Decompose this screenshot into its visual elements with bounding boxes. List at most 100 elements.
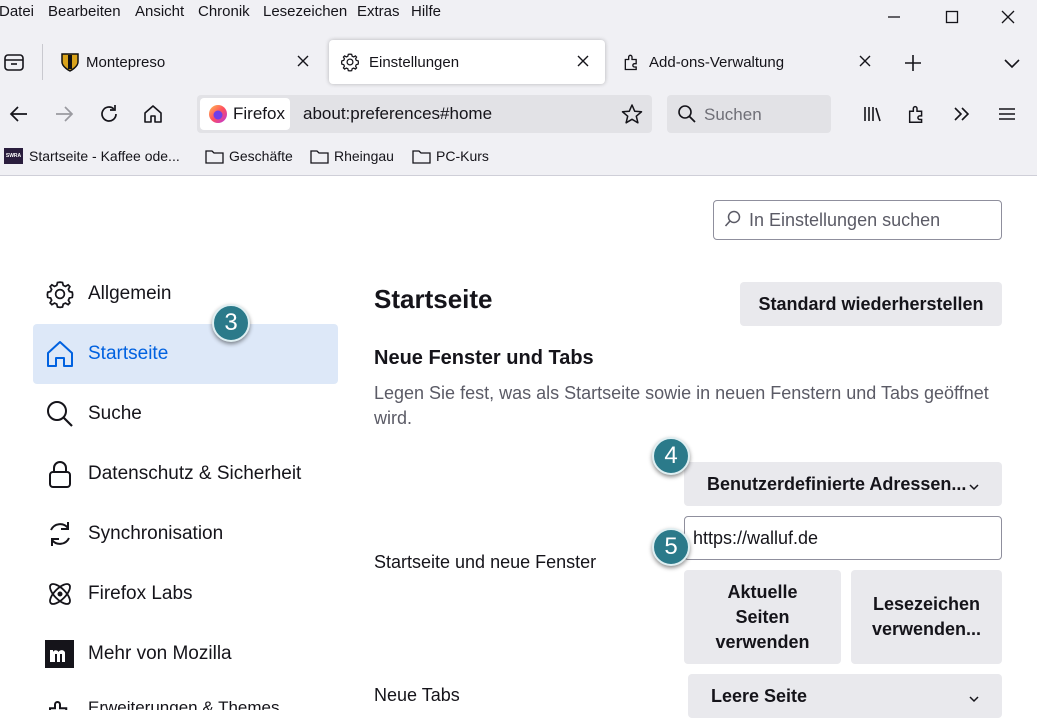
tab-add-ons[interactable]: Add-ons-Verwaltung — [610, 40, 886, 84]
category-label: Erweiterungen & Themes — [88, 698, 280, 710]
forward-icon[interactable] — [52, 102, 76, 126]
browser-chrome: Datei Bearbeiten Ansicht Chronik Lesezei… — [0, 0, 1037, 175]
homepage-mode-value: Benutzerdefinierte Adressen... — [707, 474, 967, 494]
chevron-down-icon — [967, 478, 981, 492]
close-tab-icon[interactable] — [856, 52, 874, 70]
tab-overview-icon[interactable] — [3, 51, 25, 73]
category-suche[interactable]: Suche — [33, 384, 338, 444]
category-label: Datenschutz & Sicherheit — [88, 463, 302, 484]
identity-label: Firefox — [233, 104, 285, 123]
tab-montepreso[interactable]: Montepreso — [48, 40, 324, 84]
extensions-icon[interactable] — [905, 102, 929, 126]
chevron-down-icon — [967, 690, 981, 704]
hamburger-menu-icon[interactable] — [995, 102, 1019, 126]
menu-datei[interactable]: Datei — [0, 3, 34, 20]
category-label: Firefox Labs — [88, 583, 193, 604]
bookmark-folder-rheingau[interactable]: Rheingau — [310, 148, 394, 164]
category-startseite[interactable]: Startseite — [33, 324, 338, 384]
new-tabs-value: Leere Seite — [711, 686, 808, 706]
sync-icon — [45, 519, 75, 549]
button-label: Lesezeichen verwenden... — [871, 594, 982, 639]
homepage-mode-select[interactable]: Benutzerdefinierte Adressen... — [684, 462, 1002, 506]
close-tab-icon[interactable] — [294, 52, 312, 70]
use-bookmark-button[interactable]: Lesezeichen verwenden... — [851, 570, 1002, 664]
url-bar[interactable]: Firefox about:preferences#home — [197, 95, 652, 133]
firefox-logo-icon — [208, 104, 228, 124]
mozilla-m-icon — [45, 639, 75, 669]
library-icon[interactable] — [861, 102, 885, 126]
section-title: Neue Fenster und Tabs — [374, 347, 594, 369]
category-firefox-labs[interactable]: Firefox Labs — [33, 564, 338, 624]
category-label: Mehr von Mozilla — [88, 643, 232, 664]
step-badge-3: 3 — [212, 304, 250, 342]
bookmark-label: Geschäfte — [229, 148, 293, 164]
folder-icon — [205, 150, 224, 164]
reload-icon[interactable] — [97, 102, 121, 126]
bookmark-label: Startseite - Kaffee ode... — [29, 148, 180, 164]
shield-favicon-icon — [60, 52, 80, 72]
tab-divider — [42, 44, 43, 80]
tab-label: Einstellungen — [369, 54, 460, 71]
homepage-url-value[interactable]: https://walluf.de — [693, 528, 818, 549]
bookmark-folder-pc-kurs[interactable]: PC-Kurs — [412, 148, 489, 164]
category-erweiterungen[interactable]: Erweiterungen & Themes — [33, 684, 338, 710]
home-icon — [45, 339, 75, 369]
search-icon — [677, 104, 697, 124]
url-text[interactable]: about:preferences#home — [303, 104, 492, 124]
menu-hilfe[interactable]: Hilfe — [411, 3, 441, 20]
category-mehr-von-mozilla[interactable]: Mehr von Mozilla — [33, 624, 338, 684]
step-badge-4: 4 — [652, 437, 690, 475]
overflow-chevron-icon[interactable] — [950, 102, 974, 126]
category-label: Startseite — [88, 343, 169, 364]
section-description: Legen Sie fest, was als Startseite sowie… — [374, 383, 989, 428]
category-label: Allgemein — [88, 283, 172, 304]
new-tabs-select[interactable]: Leere Seite — [688, 674, 1002, 718]
page-title: Startseite — [374, 284, 493, 314]
bookmark-folder-geschaefte[interactable]: Geschäfte — [205, 148, 293, 164]
category-allgemein[interactable]: Allgemein — [33, 264, 338, 324]
close-window-icon[interactable] — [997, 6, 1019, 28]
menu-lesezeichen[interactable]: Lesezeichen — [263, 3, 347, 20]
homepage-url-input[interactable]: https://walluf.de — [684, 516, 1002, 560]
web-search-bar[interactable]: Suchen — [667, 95, 831, 133]
home-icon[interactable] — [141, 102, 165, 126]
category-datenschutz[interactable]: Datenschutz & Sicherheit — [33, 444, 338, 504]
puzzle-icon — [45, 697, 75, 710]
search-icon — [724, 210, 742, 228]
use-current-pages-button[interactable]: Aktuelle Seiten verwenden — [684, 570, 841, 664]
back-icon[interactable] — [7, 102, 31, 126]
menu-ansicht[interactable]: Ansicht — [135, 3, 184, 20]
preferences-search-input[interactable]: In Einstellungen suchen — [713, 200, 1002, 240]
bookmark-label: Rheingau — [334, 148, 394, 164]
bookmark-startseite[interactable]: SWRA Startseite - Kaffee ode... — [4, 148, 180, 164]
atom-icon — [45, 579, 75, 609]
chevron-down-icon[interactable] — [1001, 52, 1023, 74]
gear-icon — [340, 52, 360, 72]
identity-box[interactable]: Firefox — [200, 98, 290, 130]
category-label: Suche — [88, 403, 142, 424]
minimize-icon[interactable] — [883, 6, 905, 28]
star-bookmark-icon[interactable] — [621, 103, 643, 125]
tab-label: Add-ons-Verwaltung — [649, 54, 785, 71]
swr-favicon-icon: SWRA — [4, 148, 23, 164]
restore-defaults-button[interactable]: Standard wiederherstellen — [740, 282, 1002, 326]
search-placeholder: In Einstellungen suchen — [749, 210, 941, 230]
menu-bearbeiten[interactable]: Bearbeiten — [48, 3, 121, 20]
new-tab-icon[interactable] — [902, 52, 924, 74]
new-tabs-label: Neue Tabs — [374, 685, 460, 705]
homepage-label: Startseite und neue Fenster — [374, 552, 597, 572]
folder-icon — [412, 150, 431, 164]
category-synchronisation[interactable]: Synchronisation — [33, 504, 338, 564]
category-label: Synchronisation — [88, 523, 224, 544]
button-label: Aktuelle Seiten verwenden — [715, 581, 810, 652]
close-tab-icon[interactable] — [574, 52, 592, 70]
bookmark-label: PC-Kurs — [436, 148, 489, 164]
search-icon — [45, 399, 75, 429]
maximize-icon[interactable] — [941, 6, 963, 28]
search-placeholder: Suchen — [704, 105, 762, 124]
menu-extras[interactable]: Extras — [357, 3, 400, 20]
tab-einstellungen[interactable]: Einstellungen — [329, 40, 605, 84]
folder-icon — [310, 150, 329, 164]
lock-icon — [45, 459, 75, 489]
menu-chronik[interactable]: Chronik — [198, 3, 250, 20]
